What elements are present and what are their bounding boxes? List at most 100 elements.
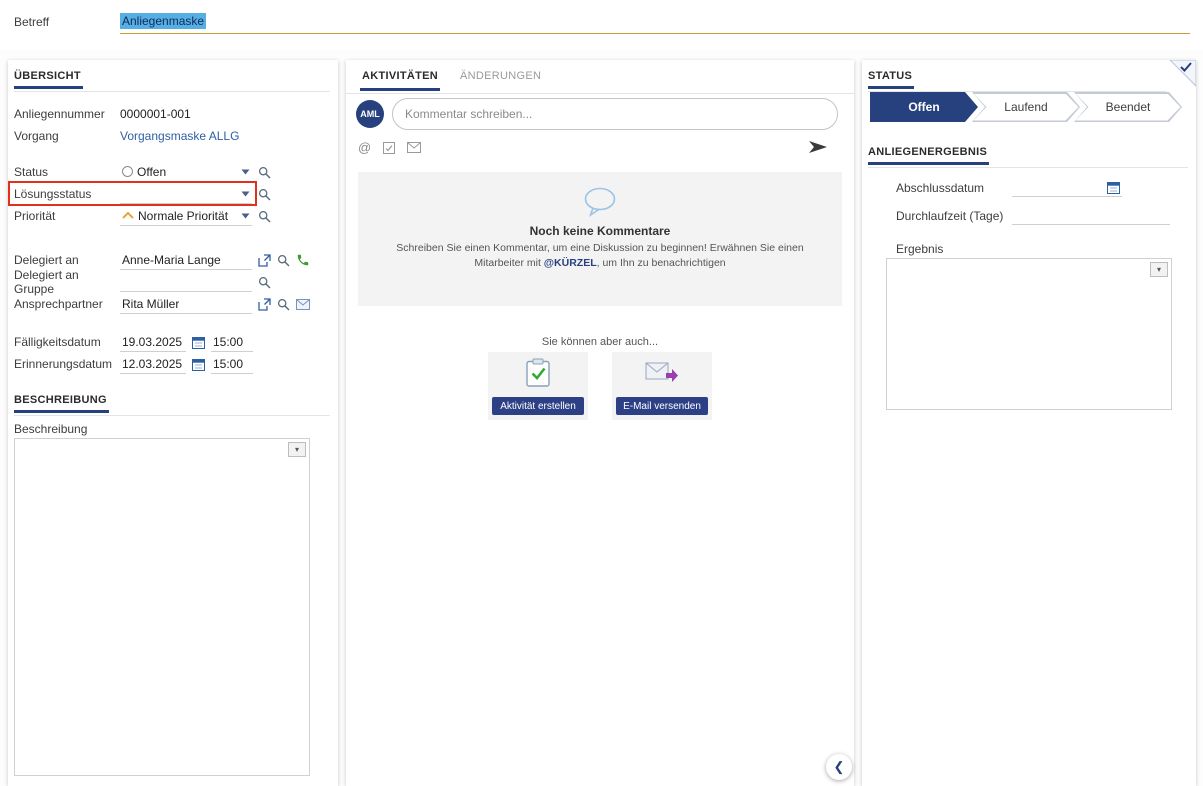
delegiert-gruppe-input[interactable] <box>120 273 252 292</box>
search-icon[interactable] <box>258 166 271 179</box>
status-select-field[interactable]: Offen <box>120 163 252 182</box>
clipboard-check-icon <box>525 358 551 388</box>
subject-value: Anliegenmaske <box>120 13 206 29</box>
step-laufend-label: Laufend <box>972 92 1080 122</box>
result-header: ANLIEGENERGEBNIS <box>868 142 1188 168</box>
subject-bar: Betreff Anliegenmaske <box>0 0 1203 50</box>
field-row-loesungsstatus: Lösungsstatus <box>14 184 271 204</box>
step-offen[interactable]: Offen <box>870 92 978 122</box>
field-row-anliegennummer: Anliegennummer 0000001-001 <box>14 104 191 124</box>
ansprechpartner-label: Ansprechpartner <box>14 297 120 311</box>
anliegennummer-label: Anliegennummer <box>14 107 120 121</box>
ergebnis-dropdown-button[interactable]: ▾ <box>1150 262 1168 277</box>
durchlaufzeit-input[interactable] <box>1012 206 1170 225</box>
chevron-down-icon[interactable] <box>241 191 250 197</box>
task-icon[interactable] <box>383 142 395 154</box>
status-value: Offen <box>137 165 166 179</box>
speech-bubble-icon <box>582 186 618 218</box>
calendar-icon[interactable] <box>192 358 205 371</box>
subject-input[interactable]: Anliegenmaske <box>120 8 1190 34</box>
step-laufend[interactable]: Laufend <box>972 92 1080 122</box>
avatar: AML <box>356 100 384 128</box>
search-icon[interactable] <box>258 188 271 201</box>
erinnerungsdatum-label: Erinnerungsdatum <box>14 357 120 371</box>
abschlussdatum-input[interactable] <box>1012 178 1122 197</box>
status-panel: STATUS Offen Laufend Beendet ANLIEGENERG… <box>862 60 1196 786</box>
description-dropdown-button[interactable]: ▾ <box>288 442 306 457</box>
expand-corner-control[interactable] <box>1168 60 1196 88</box>
chevron-down-icon[interactable] <box>241 169 250 175</box>
field-row-prioritaet: Priorität Normale Priorität <box>14 206 271 226</box>
loesungsstatus-label: Lösungsstatus <box>14 187 120 201</box>
delegiert-an-label: Delegiert an <box>14 253 120 267</box>
faelligkeitsdatum-time: 15:00 <box>213 335 243 349</box>
description-title: BESCHREIBUNG <box>14 392 109 413</box>
vorgang-label: Vorgang <box>14 129 120 143</box>
overview-header: ÜBERSICHT <box>14 66 330 92</box>
empty-comments-title: Noch keine Kommentare <box>530 224 671 238</box>
field-row-erinnerungsdatum: Erinnerungsdatum 12.03.2025 15:00 <box>14 354 253 374</box>
status-stepper: Offen Laufend Beendet <box>870 92 1182 122</box>
search-icon[interactable] <box>258 210 271 223</box>
abschlussdatum-label: Abschlussdatum <box>896 181 1012 195</box>
faelligkeitsdatum-date-input[interactable]: 19.03.2025 <box>120 333 186 352</box>
calendar-icon[interactable] <box>1107 181 1120 194</box>
overview-panel: ÜBERSICHT Anliegennummer 0000001-001 Vor… <box>8 60 338 786</box>
ansprechpartner-value: Rita Müller <box>122 297 179 311</box>
overview-title: ÜBERSICHT <box>14 68 83 89</box>
search-icon[interactable] <box>258 276 271 289</box>
loesungsstatus-select-field[interactable] <box>120 185 252 204</box>
field-row-delegiert-an: Delegiert an Anne-Maria Lange <box>14 250 310 270</box>
anliegennummer-value: 0000001-001 <box>120 107 191 121</box>
send-email-button[interactable]: E-Mail versenden <box>616 397 708 415</box>
email-send-icon <box>645 358 679 386</box>
mail-icon[interactable] <box>407 142 421 153</box>
tab-aenderungen[interactable]: ÄNDERUNGEN <box>458 66 543 88</box>
activities-panel: AKTIVITÄTEN ÄNDERUNGEN AML @ Noch keine … <box>346 60 854 786</box>
comment-input[interactable] <box>405 107 825 121</box>
vorgang-link[interactable]: Vorgangsmaske ALLG <box>120 129 239 143</box>
mention-kuerzel: @KÜRZEL <box>544 257 597 269</box>
delegiert-an-value: Anne-Maria Lange <box>122 253 221 267</box>
description-label: Beschreibung <box>14 422 87 436</box>
send-comment-icon[interactable] <box>808 140 828 154</box>
field-row-status: Status Offen <box>14 162 271 182</box>
empty-comments-panel: Noch keine Kommentare Schreiben Sie eine… <box>358 172 842 306</box>
delegiert-an-input[interactable]: Anne-Maria Lange <box>120 251 252 270</box>
delegiert-gruppe-label: Delegiert an Gruppe <box>14 268 120 296</box>
step-offen-label: Offen <box>870 92 978 122</box>
mail-icon[interactable] <box>296 299 310 310</box>
step-beendet[interactable]: Beendet <box>1074 92 1182 122</box>
erinnerungsdatum-date-input[interactable]: 12.03.2025 <box>120 355 186 374</box>
mention-icon[interactable]: @ <box>358 140 371 155</box>
durchlaufzeit-label: Durchlaufzeit (Tage) <box>896 209 1012 223</box>
chevron-down-icon[interactable] <box>241 213 250 219</box>
open-record-icon[interactable] <box>258 254 271 267</box>
search-icon[interactable] <box>277 254 290 267</box>
prioritaet-select-field[interactable]: Normale Priorität <box>120 207 252 226</box>
create-activity-button[interactable]: Aktivität erstellen <box>492 397 584 415</box>
prioritaet-value: Normale Priorität <box>138 209 228 223</box>
faelligkeitsdatum-time-input[interactable]: 15:00 <box>211 333 253 352</box>
ergebnis-label: Ergebnis <box>896 242 943 256</box>
search-icon[interactable] <box>277 298 290 311</box>
subject-label: Betreff <box>14 15 49 29</box>
status-state-icon <box>122 166 133 177</box>
open-record-icon[interactable] <box>258 298 271 311</box>
erinnerungsdatum-date: 12.03.2025 <box>122 357 182 371</box>
phone-icon[interactable] <box>296 253 310 267</box>
ansprechpartner-input[interactable]: Rita Müller <box>120 295 252 314</box>
create-activity-card: Aktivität erstellen <box>488 352 588 420</box>
field-row-delegiert-gruppe: Delegiert an Gruppe <box>14 272 271 292</box>
ergebnis-textarea[interactable]: ▾ <box>886 258 1172 410</box>
comment-input-wrapper <box>392 98 838 130</box>
calendar-icon[interactable] <box>192 336 205 349</box>
empty-desc-after: , um Ihn zu benachrichtigen <box>597 257 726 269</box>
description-textarea[interactable]: ▾ <box>14 438 310 776</box>
composer-toolbar: @ <box>358 140 421 155</box>
activities-tabbar: AKTIVITÄTEN ÄNDERUNGEN <box>346 66 854 94</box>
collapse-panel-button[interactable]: ❮ <box>826 754 852 780</box>
erinnerungsdatum-time-input[interactable]: 15:00 <box>211 355 253 374</box>
tab-aktivitaeten[interactable]: AKTIVITÄTEN <box>360 66 440 91</box>
field-row-vorgang: Vorgang Vorgangsmaske ALLG <box>14 126 239 146</box>
